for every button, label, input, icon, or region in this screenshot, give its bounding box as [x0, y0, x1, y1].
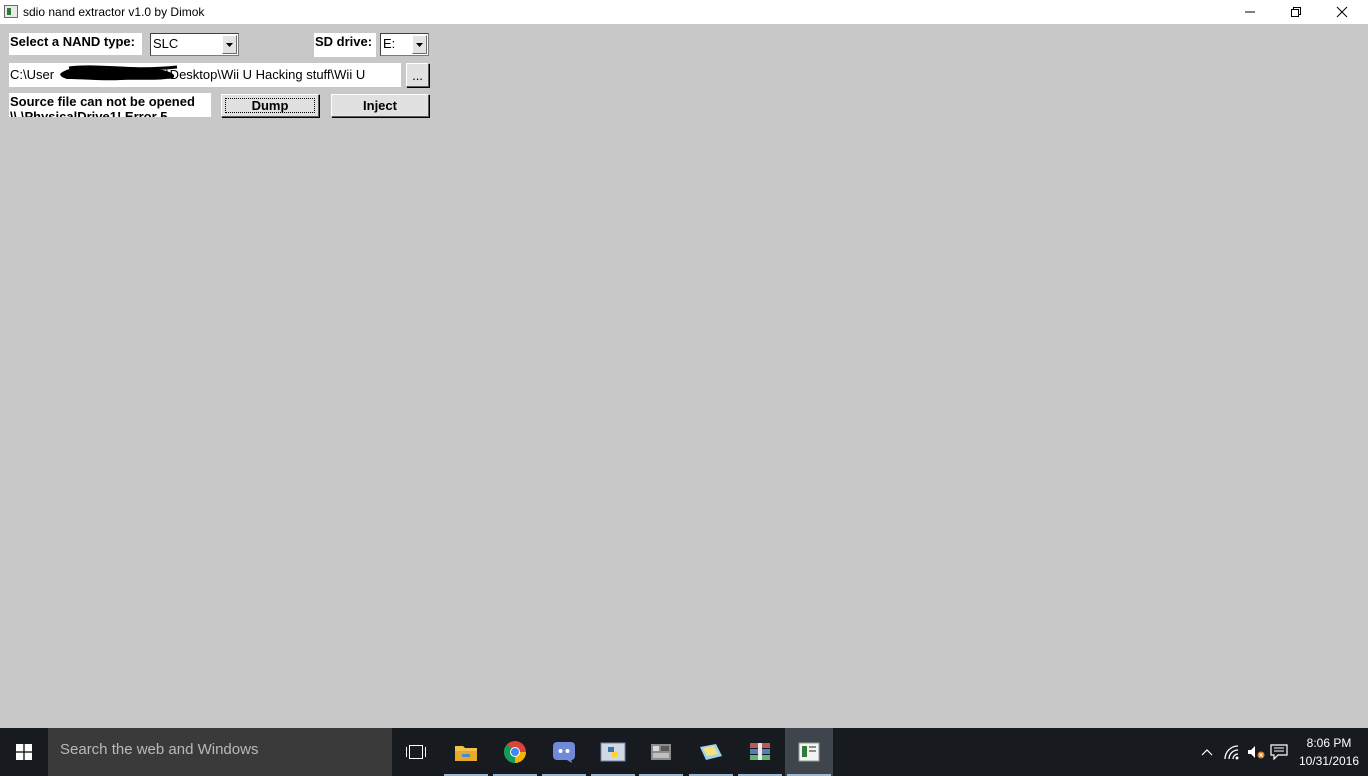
- taskbar-discord[interactable]: [540, 728, 588, 776]
- taskbar-chrome[interactable]: [491, 728, 539, 776]
- browse-button[interactable]: ...: [406, 63, 429, 87]
- sdio-app-icon: [798, 742, 820, 762]
- title-bar[interactable]: sdio nand extractor v1.0 by Dimok: [0, 0, 1368, 24]
- taskbar-sdio-nand-extractor[interactable]: [785, 728, 833, 776]
- redaction-scribble: [60, 65, 178, 81]
- taskbar-notes-app[interactable]: [687, 728, 735, 776]
- source-path-input[interactable]: C:\User \Desktop\Wii U Hacking stuff\Wii …: [9, 63, 401, 87]
- search-placeholder: Search the web and Windows: [60, 741, 259, 758]
- close-button[interactable]: [1319, 0, 1365, 24]
- status-message: Source file can not be opened \\.\Physic…: [9, 93, 211, 117]
- taskbar-python[interactable]: [589, 728, 637, 776]
- show-hidden-icons-button[interactable]: [1197, 740, 1217, 764]
- restore-icon: [1291, 7, 1301, 17]
- python-icon: [600, 742, 626, 762]
- volume-muted-icon: [1248, 746, 1265, 759]
- network-tray-button[interactable]: [1222, 740, 1242, 764]
- restore-button[interactable]: [1273, 0, 1319, 24]
- minimize-icon: [1245, 11, 1255, 13]
- close-icon: [1336, 6, 1348, 18]
- task-view-button[interactable]: [392, 728, 440, 776]
- inject-button[interactable]: Inject: [331, 94, 429, 117]
- minimize-button[interactable]: [1227, 0, 1273, 24]
- wifi-icon: [1224, 745, 1239, 760]
- taskbar-search-box[interactable]: Search the web and Windows: [48, 728, 392, 776]
- client-area: Select a NAND type: SLC SD drive: E: C:\…: [0, 24, 1368, 728]
- notes-icon: [700, 744, 722, 760]
- notification-icon: [1270, 744, 1288, 760]
- taskbar: Search the web and Windows 8:06 PM 10/31…: [0, 728, 1368, 776]
- nand-type-select[interactable]: SLC: [150, 33, 239, 56]
- taskbar-file-explorer[interactable]: [442, 728, 490, 776]
- nand-type-dropdown-button[interactable]: [222, 35, 237, 54]
- taskbar-game-app[interactable]: [637, 728, 685, 776]
- taskbar-archive-app[interactable]: [736, 728, 784, 776]
- game-icon: [651, 744, 671, 760]
- volume-tray-button[interactable]: [1246, 740, 1266, 764]
- windows-logo-icon: [16, 744, 32, 760]
- clock-date: 10/31/2016: [1298, 754, 1360, 768]
- action-center-button[interactable]: [1269, 740, 1289, 764]
- dump-button[interactable]: Dump: [221, 94, 319, 117]
- start-button[interactable]: [0, 728, 48, 776]
- window-title: sdio nand extractor v1.0 by Dimok: [23, 5, 205, 19]
- app-icon: [4, 5, 18, 18]
- clock-time: 8:06 PM: [1306, 736, 1352, 750]
- status-line-2: \\.\PhysicalDrive1! Error 5: [10, 109, 168, 117]
- archive-icon: [750, 743, 770, 760]
- chevron-down-icon: [226, 42, 233, 47]
- sd-drive-dropdown-button[interactable]: [412, 35, 427, 54]
- chevron-up-icon: [1201, 749, 1213, 756]
- discord-icon: [553, 742, 575, 763]
- status-line-1: Source file can not be opened: [10, 94, 195, 109]
- sd-drive-value: E:: [383, 36, 396, 51]
- task-view-icon: [406, 745, 426, 759]
- chevron-down-icon: [416, 42, 423, 47]
- sd-drive-label: SD drive:: [314, 33, 376, 57]
- file-explorer-icon: [455, 746, 477, 761]
- taskbar-clock[interactable]: 8:06 PM 10/31/2016: [1296, 734, 1362, 770]
- sd-drive-select[interactable]: E:: [380, 33, 429, 56]
- nand-type-value: SLC: [153, 36, 179, 51]
- nand-type-label: Select a NAND type:: [9, 33, 142, 55]
- chrome-icon: [504, 741, 526, 763]
